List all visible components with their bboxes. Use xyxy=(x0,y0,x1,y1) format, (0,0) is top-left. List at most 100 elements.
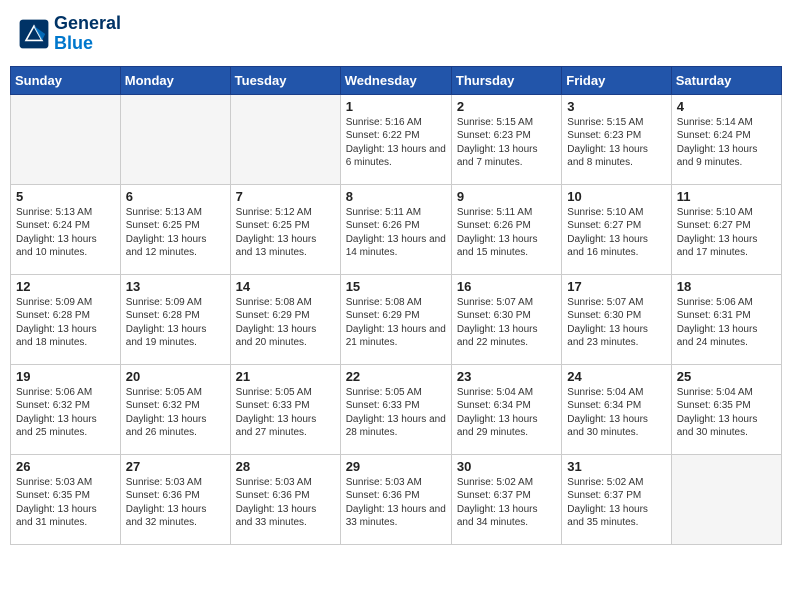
day-number: 15 xyxy=(346,279,446,294)
calendar-cell: 28Sunrise: 5:03 AM Sunset: 6:36 PM Dayli… xyxy=(230,454,340,544)
day-info: Sunrise: 5:08 AM Sunset: 6:29 PM Dayligh… xyxy=(346,296,446,350)
day-number: 19 xyxy=(16,369,115,384)
calendar-cell xyxy=(11,94,121,184)
calendar-cell: 12 Sunrise: 5:09 AM Sunset: 6:28 PM Dayli… xyxy=(11,274,121,364)
calendar-cell: 29 Sunrise: 5:03 AM Sunset: 6:36 PM Dayli… xyxy=(340,454,451,544)
day-number: 27 xyxy=(126,459,225,474)
day-number: 25 xyxy=(677,369,776,384)
day-number: 18 xyxy=(677,279,776,294)
day-number: 16 xyxy=(457,279,556,294)
day-info: Sunrise: 5:05 AM Sunset: 6:33 PM Dayligh… xyxy=(236,386,335,440)
calendar-cell xyxy=(120,94,230,184)
calendar-cell: 1Sunrise: 5:16 AM Sunset: 6:22 PM Daylig… xyxy=(340,94,451,184)
week-row-4: 19 Sunrise: 5:06 AM Sunset: 6:32 PM Dayli… xyxy=(11,364,782,454)
day-info: Sunrise: 5:15 AM Sunset: 6:23 PM Dayligh… xyxy=(567,116,665,170)
day-info: Sunrise: 5:09 AM Sunset: 6:28 PM Dayligh… xyxy=(16,296,115,350)
day-info: Sunrise: 5:12 AM Sunset: 6:25 PM Dayligh… xyxy=(236,206,335,260)
day-number: 5 xyxy=(16,189,115,204)
page-header: General Blue xyxy=(10,10,782,58)
calendar-cell: 24 Sunrise: 5:04 AM Sunset: 6:34 PM Dayli… xyxy=(562,364,671,454)
day-number: 7 xyxy=(236,189,335,204)
day-number: 22 xyxy=(346,369,446,384)
day-info: Sunrise: 5:08 AM Sunset: 6:29 PM Dayligh… xyxy=(236,296,335,350)
day-info: Sunrise: 5:02 AM Sunset: 6:37 PM Dayligh… xyxy=(457,476,556,530)
calendar-cell: 19 Sunrise: 5:06 AM Sunset: 6:32 PM Dayli… xyxy=(11,364,121,454)
day-number: 10 xyxy=(567,189,665,204)
calendar-cell: 14 Sunrise: 5:08 AM Sunset: 6:29 PM Dayli… xyxy=(230,274,340,364)
day-info: Sunrise: 5:11 AM Sunset: 6:26 PM Dayligh… xyxy=(346,206,446,260)
day-number: 29 xyxy=(346,459,446,474)
calendar-header-row: SundayMondayTuesdayWednesdayThursdayFrid… xyxy=(11,66,782,94)
day-info: Sunrise: 5:03 AM Sunset: 6:36 PM Dayligh… xyxy=(346,476,446,530)
day-info: Sunrise: 5:16 AM Sunset: 6:22 PM Dayligh… xyxy=(346,116,446,170)
calendar-cell: 6Sunrise: 5:13 AM Sunset: 6:25 PM Daylig… xyxy=(120,184,230,274)
calendar-cell: 31 Sunrise: 5:02 AM Sunset: 6:37 PM Dayli… xyxy=(562,454,671,544)
week-row-5: 26Sunrise: 5:03 AM Sunset: 6:35 PM Dayli… xyxy=(11,454,782,544)
day-info: Sunrise: 5:06 AM Sunset: 6:31 PM Dayligh… xyxy=(677,296,776,350)
logo: General Blue xyxy=(18,14,121,54)
day-info: Sunrise: 5:15 AM Sunset: 6:23 PM Dayligh… xyxy=(457,116,556,170)
day-number: 3 xyxy=(567,99,665,114)
calendar-cell: 23 Sunrise: 5:04 AM Sunset: 6:34 PM Dayli… xyxy=(451,364,561,454)
calendar-cell: 8 Sunrise: 5:11 AM Sunset: 6:26 PM Daylig… xyxy=(340,184,451,274)
logo-icon xyxy=(18,18,50,50)
day-info: Sunrise: 5:04 AM Sunset: 6:34 PM Dayligh… xyxy=(567,386,665,440)
calendar-cell xyxy=(671,454,781,544)
day-number: 31 xyxy=(567,459,665,474)
calendar-cell: 30 Sunrise: 5:02 AM Sunset: 6:37 PM Dayli… xyxy=(451,454,561,544)
calendar-cell: 18 Sunrise: 5:06 AM Sunset: 6:31 PM Dayli… xyxy=(671,274,781,364)
calendar-cell: 16 Sunrise: 5:07 AM Sunset: 6:30 PM Dayli… xyxy=(451,274,561,364)
day-number: 12 xyxy=(16,279,115,294)
calendar-cell: 27Sunrise: 5:03 AM Sunset: 6:36 PM Dayli… xyxy=(120,454,230,544)
calendar-cell: 17 Sunrise: 5:07 AM Sunset: 6:30 PM Dayli… xyxy=(562,274,671,364)
day-number: 14 xyxy=(236,279,335,294)
calendar-cell: 22Sunrise: 5:05 AM Sunset: 6:33 PM Dayli… xyxy=(340,364,451,454)
calendar-table: SundayMondayTuesdayWednesdayThursdayFrid… xyxy=(10,66,782,545)
day-info: Sunrise: 5:10 AM Sunset: 6:27 PM Dayligh… xyxy=(677,206,776,260)
calendar-cell: 26Sunrise: 5:03 AM Sunset: 6:35 PM Dayli… xyxy=(11,454,121,544)
day-info: Sunrise: 5:04 AM Sunset: 6:35 PM Dayligh… xyxy=(677,386,776,440)
week-row-2: 5 Sunrise: 5:13 AM Sunset: 6:24 PM Daylig… xyxy=(11,184,782,274)
day-info: Sunrise: 5:04 AM Sunset: 6:34 PM Dayligh… xyxy=(457,386,556,440)
day-number: 23 xyxy=(457,369,556,384)
calendar-cell: 7 Sunrise: 5:12 AM Sunset: 6:25 PM Daylig… xyxy=(230,184,340,274)
day-number: 6 xyxy=(126,189,225,204)
logo-text: General Blue xyxy=(54,14,121,54)
day-number: 30 xyxy=(457,459,556,474)
calendar-cell: 15 Sunrise: 5:08 AM Sunset: 6:29 PM Dayli… xyxy=(340,274,451,364)
calendar-cell: 21 Sunrise: 5:05 AM Sunset: 6:33 PM Dayli… xyxy=(230,364,340,454)
day-info: Sunrise: 5:14 AM Sunset: 6:24 PM Dayligh… xyxy=(677,116,776,170)
col-header-wednesday: Wednesday xyxy=(340,66,451,94)
col-header-monday: Monday xyxy=(120,66,230,94)
day-info: Sunrise: 5:02 AM Sunset: 6:37 PM Dayligh… xyxy=(567,476,665,530)
calendar-cell: 2Sunrise: 5:15 AM Sunset: 6:23 PM Daylig… xyxy=(451,94,561,184)
week-row-1: 1Sunrise: 5:16 AM Sunset: 6:22 PM Daylig… xyxy=(11,94,782,184)
day-info: Sunrise: 5:06 AM Sunset: 6:32 PM Dayligh… xyxy=(16,386,115,440)
col-header-tuesday: Tuesday xyxy=(230,66,340,94)
day-number: 13 xyxy=(126,279,225,294)
calendar-cell: 9 Sunrise: 5:11 AM Sunset: 6:26 PM Daylig… xyxy=(451,184,561,274)
day-info: Sunrise: 5:05 AM Sunset: 6:32 PM Dayligh… xyxy=(126,386,225,440)
day-number: 20 xyxy=(126,369,225,384)
day-info: Sunrise: 5:07 AM Sunset: 6:30 PM Dayligh… xyxy=(567,296,665,350)
col-header-saturday: Saturday xyxy=(671,66,781,94)
calendar-cell: 3 Sunrise: 5:15 AM Sunset: 6:23 PM Daylig… xyxy=(562,94,671,184)
day-number: 24 xyxy=(567,369,665,384)
day-number: 8 xyxy=(346,189,446,204)
day-number: 17 xyxy=(567,279,665,294)
calendar-cell: 11Sunrise: 5:10 AM Sunset: 6:27 PM Dayli… xyxy=(671,184,781,274)
col-header-thursday: Thursday xyxy=(451,66,561,94)
day-number: 9 xyxy=(457,189,556,204)
day-info: Sunrise: 5:13 AM Sunset: 6:24 PM Dayligh… xyxy=(16,206,115,260)
calendar-cell: 10Sunrise: 5:10 AM Sunset: 6:27 PM Dayli… xyxy=(562,184,671,274)
day-info: Sunrise: 5:11 AM Sunset: 6:26 PM Dayligh… xyxy=(457,206,556,260)
calendar-cell: 13Sunrise: 5:09 AM Sunset: 6:28 PM Dayli… xyxy=(120,274,230,364)
day-number: 28 xyxy=(236,459,335,474)
day-info: Sunrise: 5:03 AM Sunset: 6:35 PM Dayligh… xyxy=(16,476,115,530)
calendar-cell: 25 Sunrise: 5:04 AM Sunset: 6:35 PM Dayli… xyxy=(671,364,781,454)
calendar-cell: 20 Sunrise: 5:05 AM Sunset: 6:32 PM Dayli… xyxy=(120,364,230,454)
day-info: Sunrise: 5:07 AM Sunset: 6:30 PM Dayligh… xyxy=(457,296,556,350)
calendar-cell: 5 Sunrise: 5:13 AM Sunset: 6:24 PM Daylig… xyxy=(11,184,121,274)
calendar-cell: 4Sunrise: 5:14 AM Sunset: 6:24 PM Daylig… xyxy=(671,94,781,184)
day-number: 21 xyxy=(236,369,335,384)
